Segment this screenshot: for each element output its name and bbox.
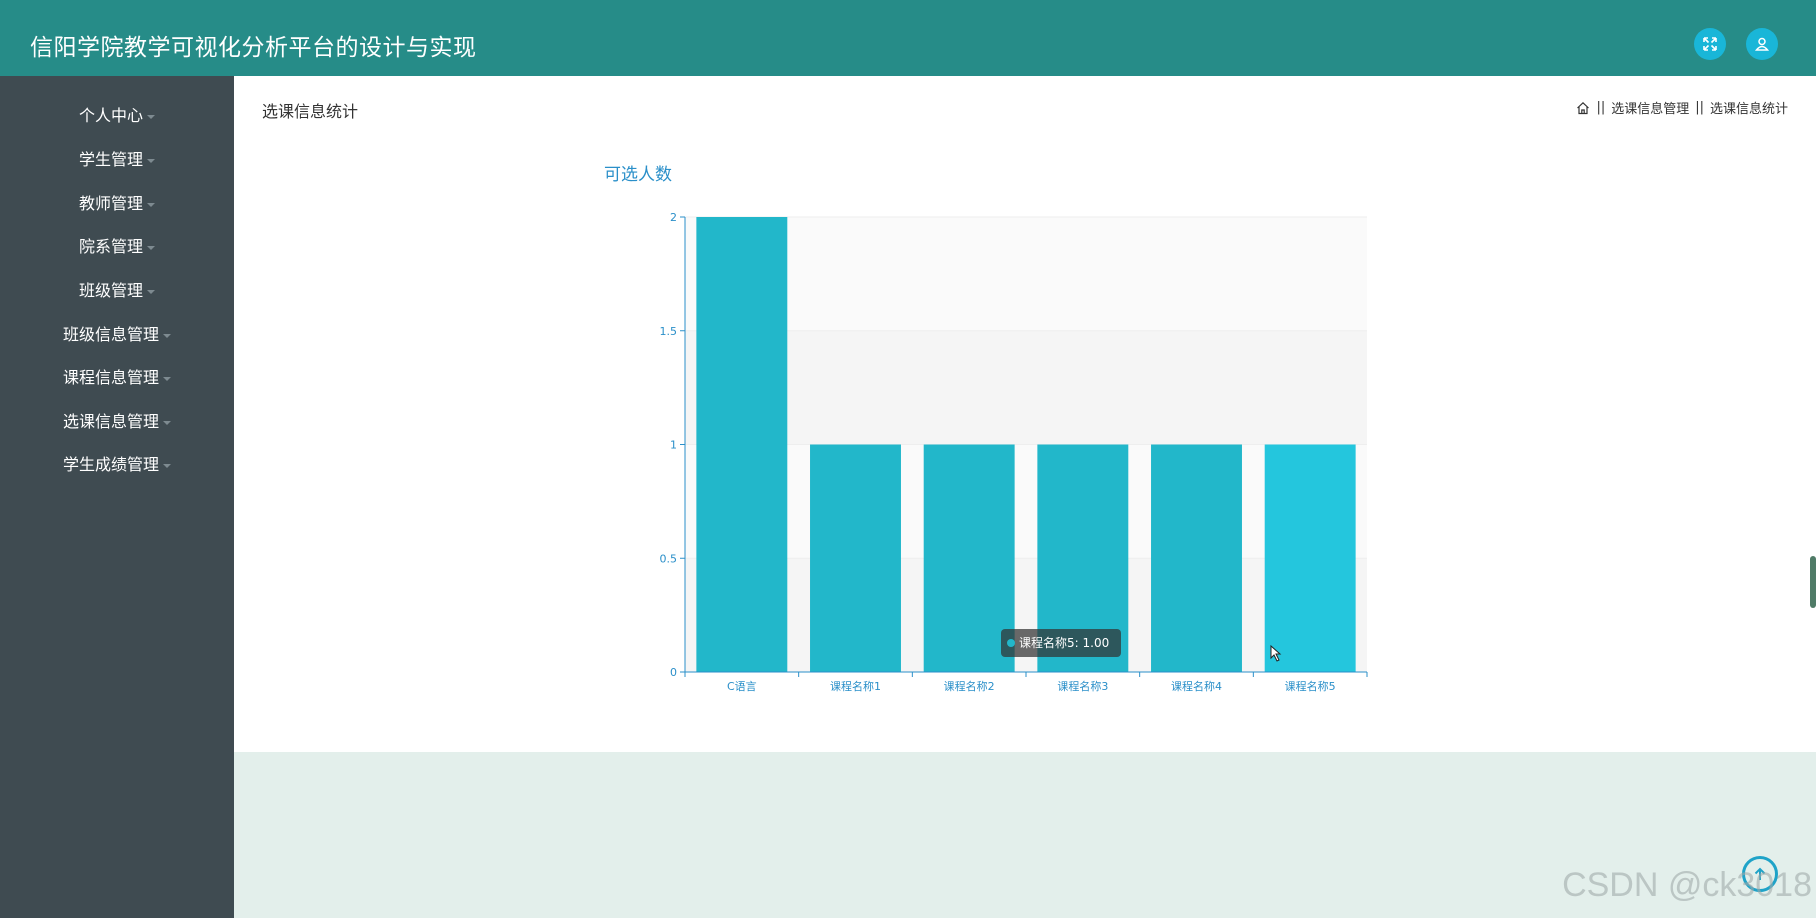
sidebar-item-class-info[interactable]: 班级信息管理 — [0, 320, 234, 350]
sidebar-item-students[interactable]: 学生管理 — [0, 145, 234, 175]
bar-1 — [810, 444, 901, 672]
app-title: 信阳学院教学可视化分析平台的设计与实现 — [30, 35, 477, 61]
bar-4 — [1151, 444, 1242, 672]
sidebar-item-label: 选课信息管理 — [62, 412, 159, 431]
y-tick-label: 2 — [670, 211, 677, 224]
watermark: CSDN @ck3018 — [1562, 866, 1812, 904]
sidebar-item-label: 教师管理 — [78, 194, 143, 213]
y-tick-label: 0.5 — [660, 552, 678, 565]
sidebar-item-course-selection[interactable]: 选课信息管理 — [0, 407, 234, 437]
bar-chart: 0 0.5 1 1.5 2 C语言 课程名称1 课程名称2 课程名称3 课程名称4 课程名称5 课程名… — [660, 211, 1368, 693]
chevron-down-icon — [147, 158, 155, 163]
x-tick-label: 课程名称2 — [944, 679, 995, 693]
fullscreen-button[interactable] — [1694, 28, 1726, 60]
y-tick-label: 0 — [670, 666, 677, 679]
sidebar-item-personal-center[interactable]: 个人中心 — [0, 101, 234, 131]
x-tick-label: 课程名称3 — [1057, 679, 1108, 693]
scrollbar-thumb[interactable] — [1810, 556, 1816, 608]
sidebar-item-grades[interactable]: 学生成绩管理 — [0, 450, 234, 480]
fullscreen-icon — [1703, 37, 1717, 51]
x-tick-label: C语言 — [727, 680, 757, 693]
x-tick-label: 课程名称4 — [1171, 679, 1222, 693]
x-tick-label: 课程名称1 — [830, 679, 881, 693]
chevron-down-icon — [147, 114, 155, 119]
bar-2 — [923, 444, 1015, 672]
bar-5 — [1264, 444, 1356, 672]
tooltip-marker — [1007, 639, 1015, 647]
chevron-down-icon — [147, 289, 155, 294]
app-header: 信阳学院教学可视化分析平台的设计与实现 — [0, 0, 1816, 76]
sidebar-item-classes[interactable]: 班级管理 — [0, 276, 234, 306]
sidebar-item-label: 院系管理 — [78, 237, 143, 256]
y-tick-label: 1.5 — [660, 325, 678, 338]
chevron-down-icon — [147, 245, 155, 250]
tooltip-text: 课程名称5: 1.00 — [1019, 635, 1109, 650]
sidebar-item-departments[interactable]: 院系管理 — [0, 232, 234, 262]
sidebar-item-label: 班级管理 — [78, 281, 143, 300]
sidebar-item-label: 学生管理 — [78, 150, 143, 169]
chevron-down-icon — [163, 376, 171, 381]
sidebar-item-label: 个人中心 — [78, 106, 143, 125]
sidebar-item-label: 学生成绩管理 — [62, 455, 159, 474]
y-tick-label: 1 — [670, 439, 677, 452]
chevron-down-icon — [163, 333, 171, 338]
user-icon — [1754, 37, 1770, 51]
sidebar-item-teachers[interactable]: 教师管理 — [0, 189, 234, 219]
sidebar-item-course-info[interactable]: 课程信息管理 — [0, 363, 234, 393]
sidebar-item-label: 班级信息管理 — [62, 325, 159, 344]
chevron-down-icon — [163, 463, 171, 468]
user-button[interactable] — [1746, 28, 1778, 60]
chevron-down-icon — [147, 202, 155, 207]
sidebar: 个人中心 学生管理 教师管理 院系管理 班级管理 班级信息管理 课程信息管理 选… — [0, 76, 234, 918]
bar-0 — [696, 217, 788, 672]
sidebar-item-label: 课程信息管理 — [62, 368, 159, 387]
x-tick-label: 课程名称5 — [1285, 679, 1336, 693]
chevron-down-icon — [163, 420, 171, 425]
